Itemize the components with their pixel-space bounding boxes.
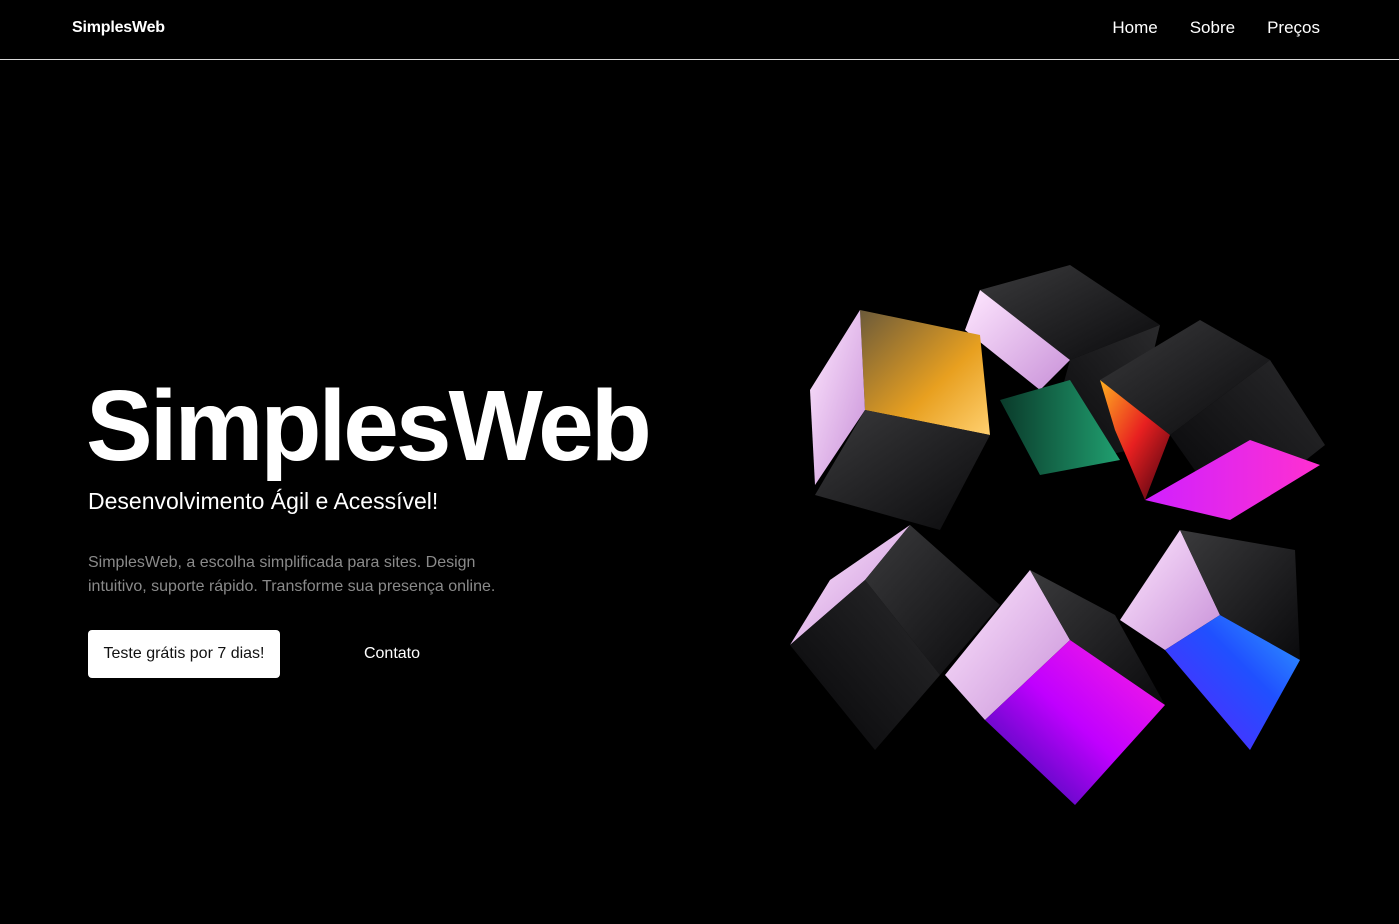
cube-top-left: [810, 310, 990, 530]
nav-link-sobre[interactable]: Sobre: [1190, 18, 1235, 38]
contact-button[interactable]: Contato: [340, 630, 444, 678]
free-trial-button[interactable]: Teste grátis por 7 dias!: [88, 630, 280, 678]
nav-links: Home Sobre Preços: [1112, 18, 1320, 38]
hero-subtitle: Desenvolvimento Ágil e Acessível!: [88, 488, 439, 514]
nav-link-precos[interactable]: Preços: [1267, 18, 1320, 38]
navbar: SimplesWeb Home Sobre Preços: [0, 0, 1399, 60]
cube-bottom-left: [790, 525, 1000, 750]
hero-title: SimplesWeb: [86, 370, 652, 482]
hero-cubes-illustration: [790, 265, 1325, 805]
hero-description: SimplesWeb, a escolha simplificada para …: [88, 554, 496, 595]
brand-logo[interactable]: SimplesWeb: [72, 19, 165, 37]
nav-link-home[interactable]: Home: [1112, 18, 1157, 38]
